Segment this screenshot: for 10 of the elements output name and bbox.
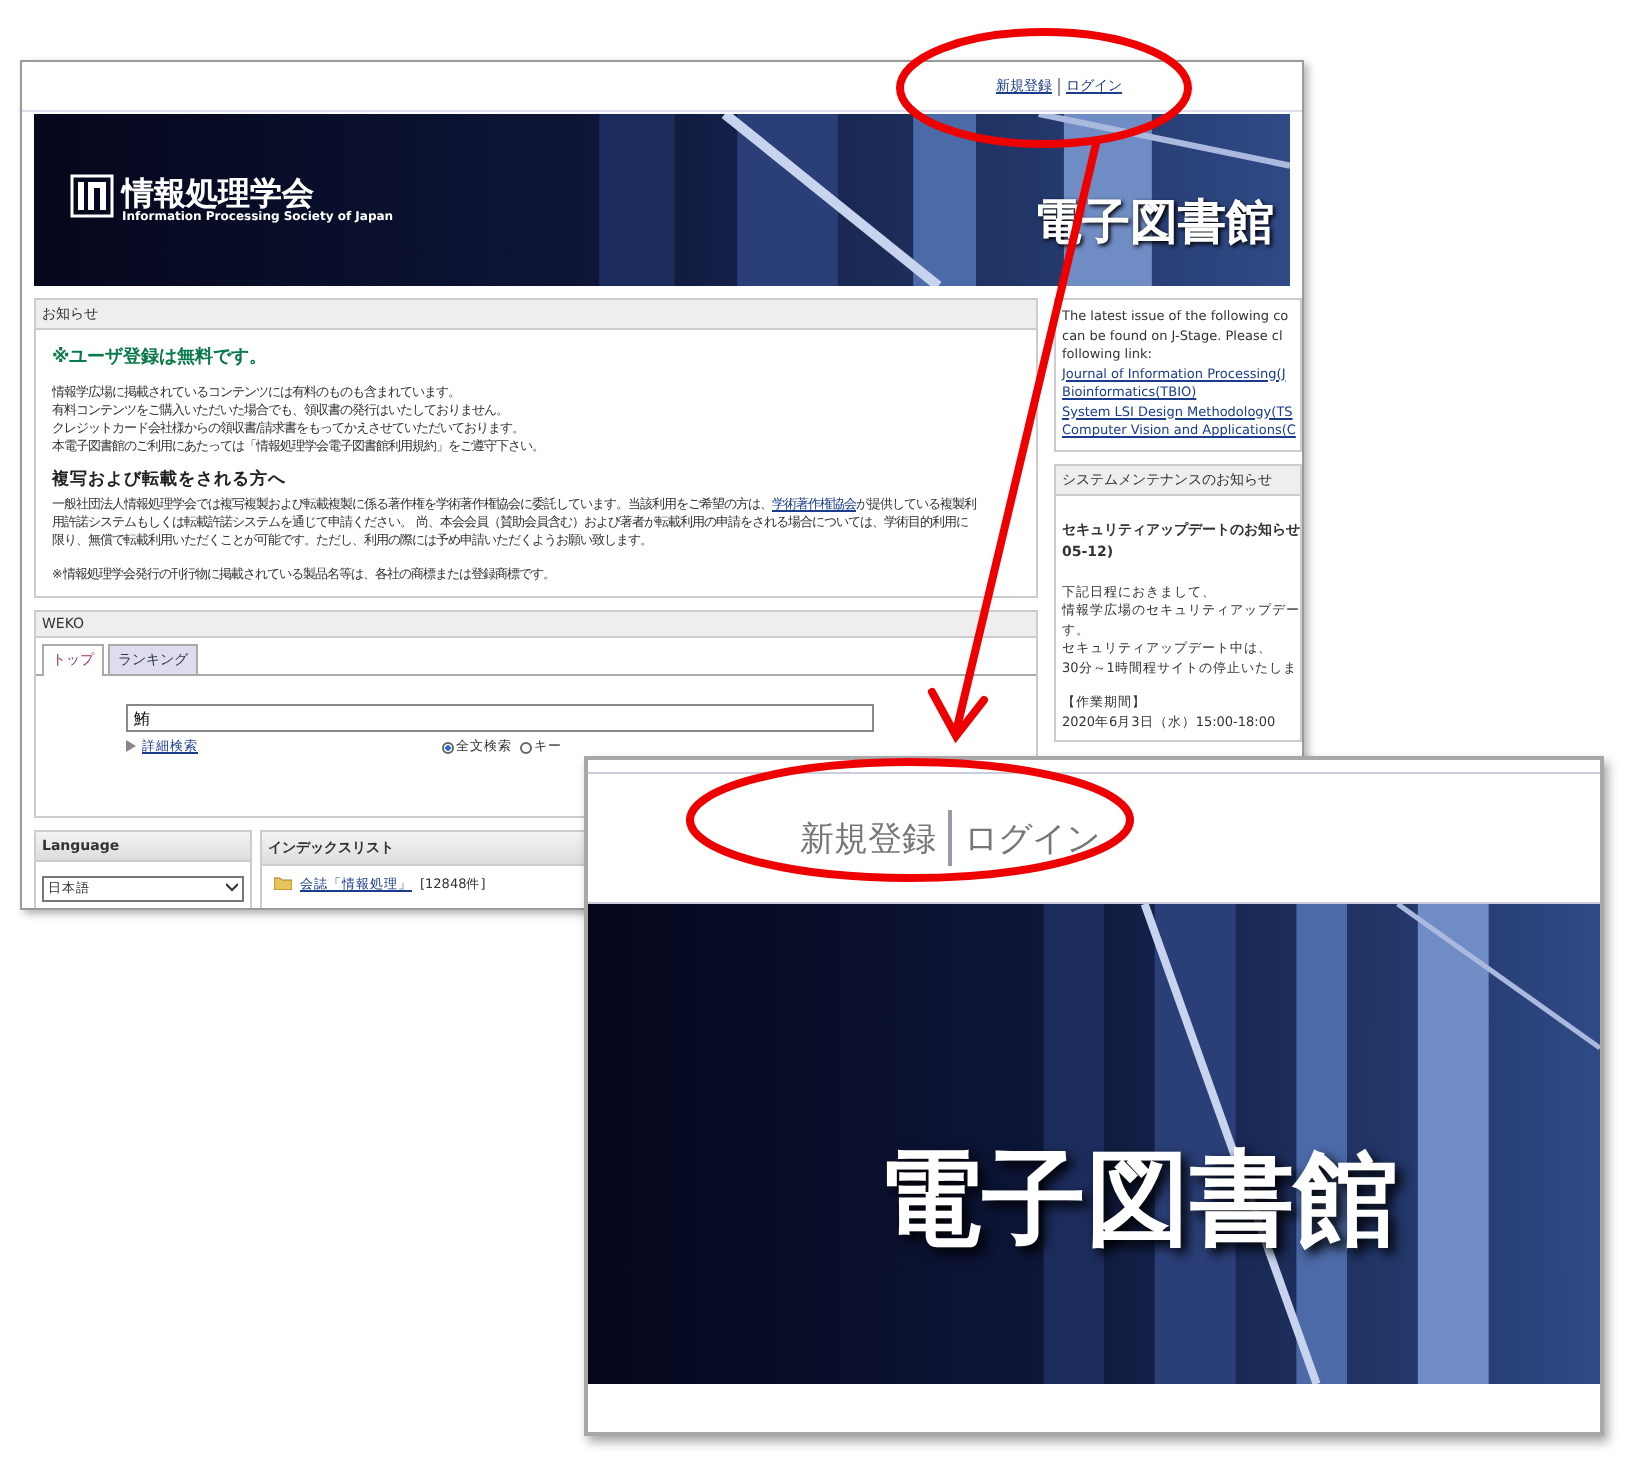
organization-name: 情報処理学会 [122,176,314,210]
caret-icon [226,882,238,892]
folder-icon [274,876,292,890]
free-registration-notice: ※ユーザ登録は無料です。 [52,350,270,368]
radio-button[interactable] [520,741,532,753]
triangle-icon [126,739,136,751]
radio-button[interactable] [442,741,454,753]
logo-icon [70,174,114,218]
search-field[interactable]: 鮪 [126,704,874,732]
section-heading: 複写および転載をされる方へ [52,472,288,490]
